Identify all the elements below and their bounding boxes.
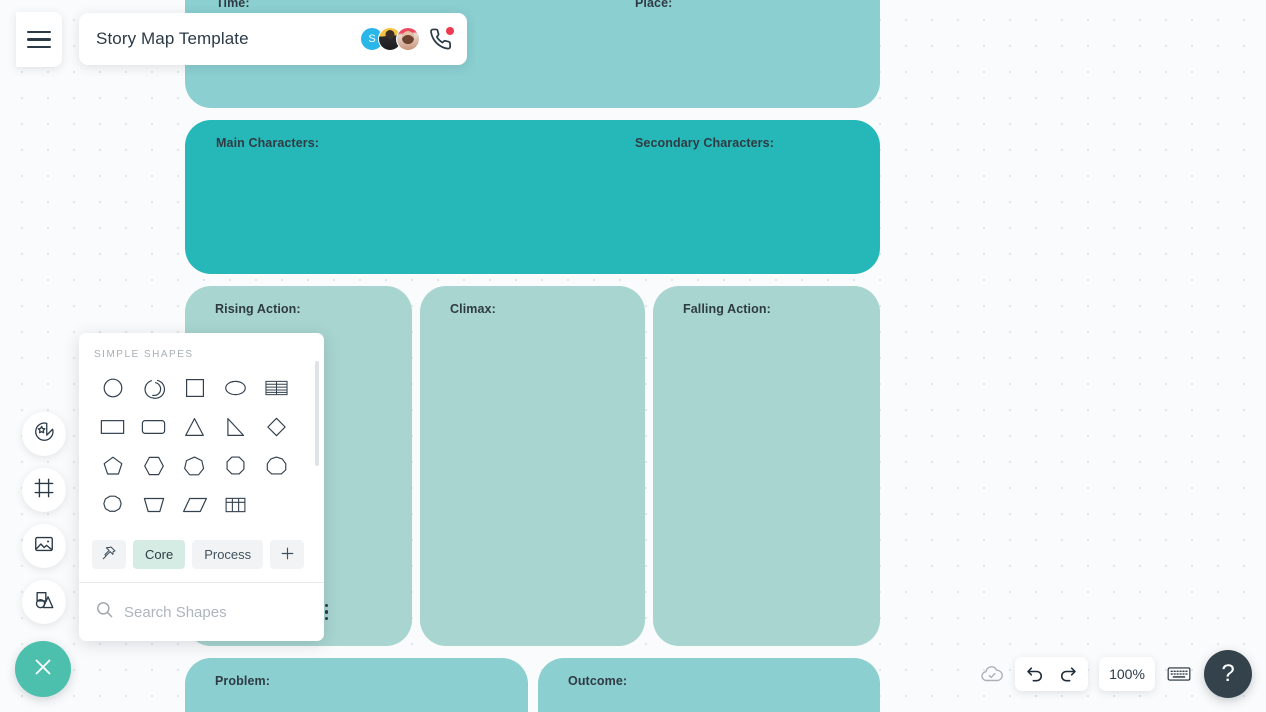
image-icon [33, 533, 55, 560]
tab-pinned-shapes[interactable] [92, 540, 126, 569]
shape-search-row [79, 583, 329, 641]
cloud-saved-icon [980, 662, 1004, 686]
shapes-grid [92, 372, 297, 520]
whiteboard-app: Time: Place: Main Characters: Secondary … [0, 0, 1266, 712]
more-vertical-icon[interactable] [323, 600, 330, 624]
collaborator-avatars: S [360, 27, 420, 51]
document-title-bar: Story Map Template S [79, 13, 467, 65]
left-toolbar [22, 412, 66, 624]
shape-pentagon[interactable] [92, 450, 133, 481]
hamburger-menu-button[interactable] [16, 12, 62, 67]
shape-arc[interactable] [133, 372, 174, 403]
phone-call-icon[interactable] [430, 26, 454, 51]
close-icon [31, 655, 55, 684]
shape-octagon[interactable] [215, 450, 256, 481]
search-icon [95, 600, 114, 624]
shapes-scroll-area[interactable]: SIMPLE SHAPES Core Process [79, 333, 324, 582]
shapes-icon [33, 589, 55, 616]
card-label-secondary-characters: Secondary Characters: [635, 136, 774, 150]
shapes-panel-scrollbar[interactable] [315, 361, 319, 466]
sticker-tool-button[interactable] [22, 412, 66, 456]
tab-core[interactable]: Core [133, 540, 186, 569]
shape-category-tabs: Core Process [92, 540, 305, 569]
card-label-falling-action: Falling Action: [683, 302, 771, 316]
close-panel-button[interactable] [15, 641, 71, 697]
card-label-time: Time: [216, 0, 250, 10]
card-label-climax: Climax: [450, 302, 496, 316]
frame-icon [33, 477, 55, 504]
shape-triangle[interactable] [174, 411, 215, 442]
hamburger-menu-icon [27, 26, 51, 53]
shape-grid-table[interactable] [215, 489, 256, 520]
plus-icon [279, 545, 296, 565]
story-card-problem[interactable]: Problem: [185, 658, 528, 712]
card-label-outcome: Outcome: [568, 674, 628, 688]
shape-trapezoid[interactable] [133, 489, 174, 520]
zoom-level-label: 100% [1109, 666, 1145, 682]
shape-nonagon[interactable] [256, 450, 297, 481]
shape-rounded-rectangle[interactable] [133, 411, 174, 442]
story-card-falling-action[interactable]: Falling Action: [653, 286, 880, 646]
help-label: ? [1221, 660, 1235, 687]
search-shapes-input[interactable] [124, 603, 323, 621]
shape-heptagon[interactable] [174, 450, 215, 481]
shape-ellipse[interactable] [215, 372, 256, 403]
card-label-rising-action: Rising Action: [215, 302, 301, 316]
document-title[interactable]: Story Map Template [96, 29, 360, 49]
redo-button[interactable] [1056, 662, 1080, 686]
avatar-photo-2[interactable] [396, 27, 420, 51]
shape-circle[interactable] [92, 372, 133, 403]
zoom-level-button[interactable]: 100% [1099, 657, 1155, 691]
undo-button[interactable] [1023, 662, 1047, 686]
shape-hexagon[interactable] [133, 450, 174, 481]
frame-tool-button[interactable] [22, 468, 66, 512]
shape-rectangle[interactable] [92, 411, 133, 442]
tab-add-category[interactable] [270, 540, 305, 569]
tab-core-label: Core [145, 547, 174, 562]
help-button[interactable]: ? [1204, 650, 1252, 698]
keyboard-shortcuts-icon[interactable] [1166, 661, 1192, 687]
sticker-icon [33, 421, 55, 448]
shape-decagon[interactable] [92, 489, 133, 520]
tab-process[interactable]: Process [192, 540, 264, 569]
shape-diamond[interactable] [256, 411, 297, 442]
shape-right-triangle[interactable] [215, 411, 256, 442]
shapes-tool-button[interactable] [22, 580, 66, 624]
bottom-toolbar: 100% ? [980, 650, 1252, 698]
shapes-panel: SIMPLE SHAPES Core Process Search Shapes [79, 333, 329, 641]
card-label-problem: Problem: [215, 674, 270, 688]
shape-square[interactable] [174, 372, 215, 403]
shapes-section-title: SIMPLE SHAPES [94, 349, 194, 360]
card-label-main-characters: Main Characters: [216, 136, 320, 150]
story-card-climax[interactable]: Climax: [420, 286, 645, 646]
undo-redo-group [1015, 657, 1088, 691]
image-tool-button[interactable] [22, 524, 66, 568]
tab-process-label: Process [204, 547, 252, 562]
shape-lined-table[interactable] [256, 372, 297, 403]
pin-icon [101, 545, 117, 564]
story-card-characters[interactable]: Main Characters: Secondary Characters: [185, 120, 880, 274]
phone-notification-dot [446, 26, 454, 35]
story-card-outcome[interactable]: Outcome: [538, 658, 880, 712]
card-label-place: Place: [635, 0, 673, 10]
shape-parallelogram[interactable] [174, 489, 215, 520]
